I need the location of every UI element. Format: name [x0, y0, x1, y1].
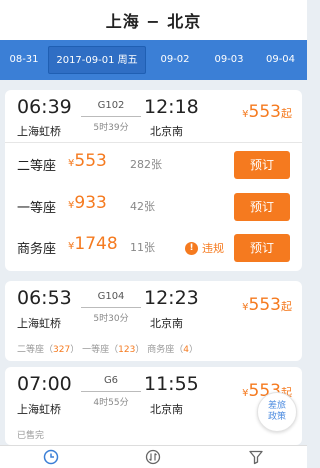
- travel-duration: 5时30分: [81, 307, 141, 324]
- arrival-station: 北京南: [150, 317, 183, 330]
- seat-row-first-class: 一等座 ¥933 42张 预订: [5, 187, 302, 227]
- train-number: G6: [103, 375, 119, 386]
- book-button-business-class[interactable]: 预订: [234, 234, 290, 262]
- seat-price: ¥933: [68, 193, 107, 213]
- policy-violation-notice[interactable]: ! 违规: [185, 240, 224, 256]
- date-tab-selected[interactable]: 2017-09-01 周五: [48, 46, 146, 74]
- date-bar: 08-31 2017-09-01 周五 09-02 09-03 09-04: [0, 40, 307, 80]
- travel-policy-button[interactable]: 差旅 政策: [257, 392, 297, 432]
- arrival-time: 12:18: [144, 96, 199, 118]
- train-number: G102: [97, 100, 125, 111]
- seat-class-label: 二等座: [17, 159, 57, 174]
- train-card-g104[interactable]: 06:53 上海虹桥 G104 5时30分 12:23 北京南 ¥553起 二等…: [5, 281, 302, 361]
- title-bar: 上海 − 北京: [0, 0, 307, 40]
- arrival-time: 12:23: [144, 287, 199, 309]
- arrival-station: 北京南: [150, 403, 183, 416]
- seat-price: ¥1748: [68, 234, 118, 254]
- lowest-price: ¥553起: [242, 295, 292, 315]
- route-title: 上海 − 北京: [105, 12, 202, 31]
- seat-count: 42张: [130, 200, 155, 213]
- seat-price: ¥553: [68, 151, 107, 171]
- exclamation-icon: !: [185, 241, 198, 255]
- travel-duration: 5时39分: [81, 116, 141, 133]
- date-tab-next-2[interactable]: 09-03: [204, 46, 254, 74]
- departure-time: 06:39: [17, 96, 72, 118]
- seat-row-second-class: 二等座 ¥553 282张 预订: [5, 145, 302, 185]
- book-button-first-class[interactable]: 预订: [234, 193, 290, 221]
- departure-station: 上海虹桥: [17, 403, 61, 416]
- seat-count: 282张: [130, 158, 162, 171]
- travel-duration: 4时55分: [81, 391, 141, 408]
- departure-station: 上海虹桥: [17, 125, 61, 138]
- bottom-toolbar: [0, 445, 307, 468]
- filter-icon[interactable]: [246, 447, 266, 467]
- arrival-time: 11:55: [144, 373, 199, 395]
- sold-out-status: 已售完: [17, 431, 45, 441]
- seat-class-label: 商务座: [17, 242, 57, 257]
- seat-class-label: 一等座: [17, 201, 57, 216]
- seat-row-business-class: 商务座 ¥1748 11张 ! 违规 预订: [5, 228, 302, 268]
- departure-time: 06:53: [17, 287, 72, 309]
- seat-availability-summary: 二等座（327） 一等座（123） 商务座（4）: [17, 345, 198, 355]
- seat-count: 11张: [130, 241, 155, 254]
- sort-icon[interactable]: [143, 447, 163, 467]
- date-tab-next-3[interactable]: 09-04: [254, 46, 307, 74]
- departure-station: 上海虹桥: [17, 317, 61, 330]
- lowest-price: ¥553起: [242, 102, 292, 122]
- book-button-second-class[interactable]: 预订: [234, 151, 290, 179]
- train-card-g102[interactable]: 06:39 上海虹桥 G102 5时39分 12:18 北京南 ¥553起 二等…: [5, 90, 302, 271]
- clock-icon[interactable]: [41, 447, 61, 467]
- departure-time: 07:00: [17, 373, 72, 395]
- arrival-station: 北京南: [150, 125, 183, 138]
- date-tab-next-1[interactable]: 09-02: [146, 46, 204, 74]
- train-number: G104: [97, 291, 125, 302]
- date-tab-prev[interactable]: 08-31: [0, 46, 48, 74]
- divider: [5, 142, 302, 143]
